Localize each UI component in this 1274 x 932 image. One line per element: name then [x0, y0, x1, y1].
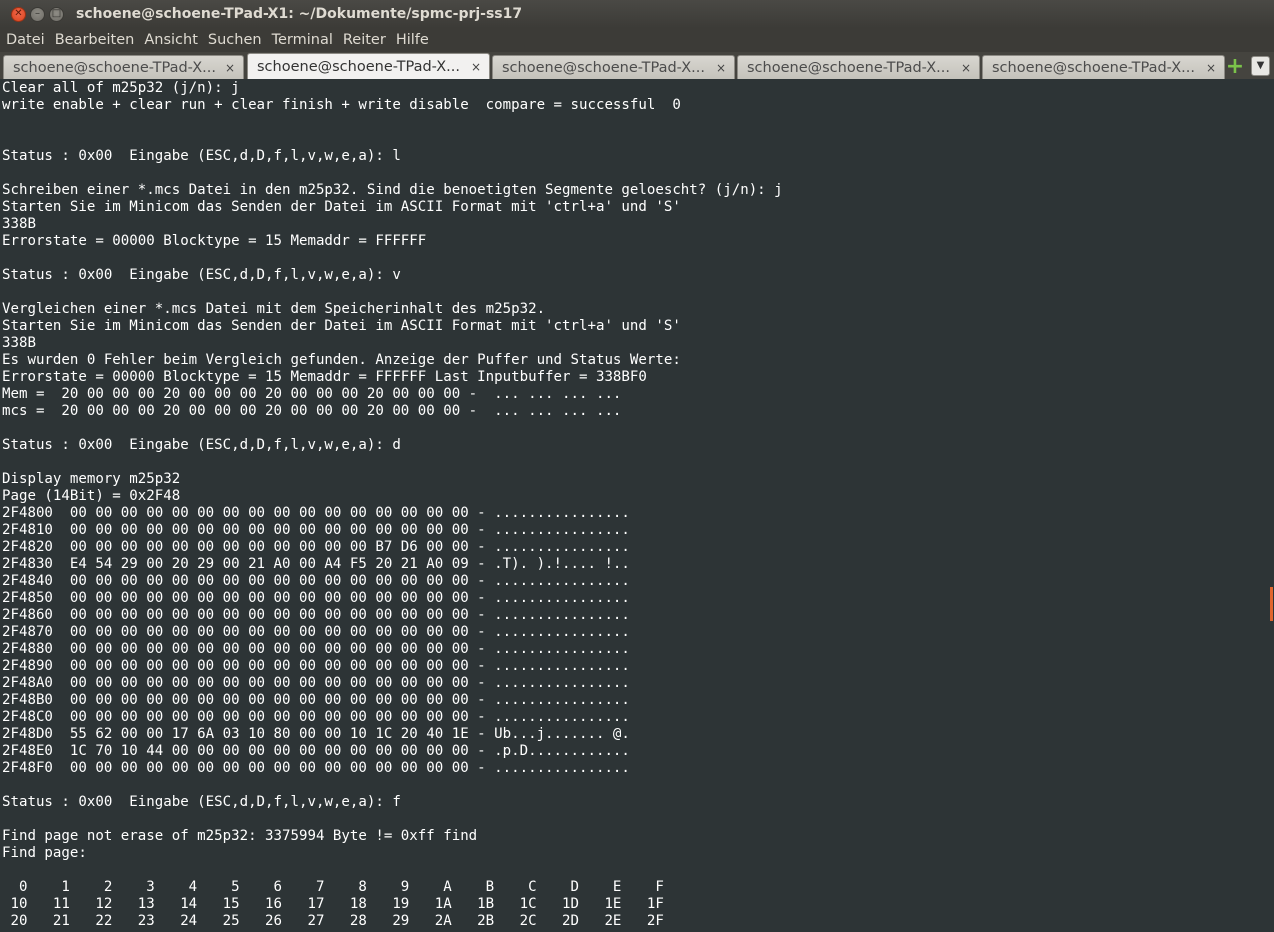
terminal-line: 2F48A0 00 00 00 00 00 00 00 00 00 00 00 …: [2, 675, 630, 691]
terminal-line: Display memory m25p32: [2, 471, 181, 487]
terminal-line: 2F48D0 55 62 00 00 17 6A 03 10 80 00 00 …: [2, 726, 630, 742]
window-title: schoene@schoene-TPad-X1: ~/Dokumente/spm…: [76, 6, 523, 22]
terminal-line: Status : 0x00 Eingabe (ESC,d,D,f,l,v,w,e…: [2, 437, 401, 453]
terminal-line: Clear all of m25p32 (j/n): j: [2, 80, 240, 96]
tab-close-icon[interactable]: ×: [716, 61, 726, 75]
tab-terminal-1[interactable]: schoene@schoene-TPad-X... ×: [3, 55, 244, 79]
terminal-line: Status : 0x00 Eingabe (ESC,d,D,f,l,v,w,e…: [2, 794, 401, 810]
terminal-line: 2F4880 00 00 00 00 00 00 00 00 00 00 00 …: [2, 641, 630, 657]
terminal-line: Status : 0x00 Eingabe (ESC,d,D,f,l,v,w,e…: [2, 148, 401, 164]
terminal-line: mcs = 20 00 00 00 20 00 00 00 20 00 00 0…: [2, 403, 622, 419]
maximize-window-icon[interactable]: □: [49, 6, 64, 22]
menu-suchen[interactable]: Suchen: [202, 32, 266, 48]
terminal-line: 2F48C0 00 00 00 00 00 00 00 00 00 00 00 …: [2, 709, 630, 725]
menu-bar: Datei Bearbeiten Ansicht Suchen Terminal…: [0, 28, 1274, 52]
terminal-line: 2F4870 00 00 00 00 00 00 00 00 00 00 00 …: [2, 624, 630, 640]
menu-ansicht[interactable]: Ansicht: [138, 32, 202, 48]
menu-reiter[interactable]: Reiter: [337, 32, 390, 48]
terminal-line: Mem = 20 00 00 00 20 00 00 00 20 00 00 0…: [2, 386, 622, 402]
terminal-line: Find page:: [2, 845, 87, 861]
terminal-line: 2F4810 00 00 00 00 00 00 00 00 00 00 00 …: [2, 522, 630, 538]
terminal-line: 2F4840 00 00 00 00 00 00 00 00 00 00 00 …: [2, 573, 630, 589]
terminal-line: Vergleichen einer *.mcs Datei mit dem Sp…: [2, 301, 546, 317]
tab-close-icon[interactable]: ×: [225, 61, 235, 75]
terminal-line: Errorstate = 00000 Blocktype = 15 Memadd…: [2, 233, 427, 249]
terminal-line: Page (14Bit) = 0x2F48: [2, 488, 181, 504]
scrollbar-thumb[interactable]: [1270, 587, 1273, 621]
minimize-window-icon[interactable]: –: [30, 6, 45, 22]
terminal-line: 338B: [2, 216, 36, 232]
menu-hilfe[interactable]: Hilfe: [390, 32, 433, 48]
menu-terminal[interactable]: Terminal: [266, 32, 337, 48]
tab-bar: schoene@schoene-TPad-X... × schoene@scho…: [0, 52, 1274, 79]
terminal-line: 2F4890 00 00 00 00 00 00 00 00 00 00 00 …: [2, 658, 630, 674]
terminal-line: Es wurden 0 Fehler beim Vergleich gefund…: [2, 352, 681, 368]
menu-datei[interactable]: Datei: [0, 32, 49, 48]
tab-terminal-2[interactable]: schoene@schoene-TPad-X... ×: [247, 53, 490, 79]
terminal-line: 10 11 12 13 14 15 16 17 18 19 1A 1B 1C 1…: [2, 896, 664, 912]
terminal-output[interactable]: Clear all of m25p32 (j/n): j write enable…: [0, 79, 1262, 932]
close-window-icon[interactable]: ✕: [11, 6, 26, 22]
new-tab-icon[interactable]: +: [1225, 56, 1245, 78]
terminal-line: 2F4830 E4 54 29 00 20 29 00 21 A0 00 A4 …: [2, 556, 630, 572]
tab-list-dropdown-icon[interactable]: ▼: [1251, 56, 1270, 76]
terminal-line: Status : 0x00 Eingabe (ESC,d,D,f,l,v,w,e…: [2, 267, 401, 283]
tab-terminal-4[interactable]: schoene@schoene-TPad-X... ×: [737, 55, 980, 79]
tab-close-icon[interactable]: ×: [471, 60, 481, 74]
terminal-line: Schreiben einer *.mcs Datei in den m25p3…: [2, 182, 783, 198]
terminal-line: Errorstate = 00000 Blocktype = 15 Memadd…: [2, 369, 647, 385]
terminal-line: 20 21 22 23 24 25 26 27 28 29 2A 2B 2C 2…: [2, 913, 664, 929]
tab-terminal-3[interactable]: schoene@schoene-TPad-X... ×: [492, 55, 735, 79]
terminal-line: 2F48E0 1C 70 10 44 00 00 00 00 00 00 00 …: [2, 743, 630, 759]
terminal-line: 2F4820 00 00 00 00 00 00 00 00 00 00 00 …: [2, 539, 630, 555]
terminal-line: 2F4850 00 00 00 00 00 00 00 00 00 00 00 …: [2, 590, 630, 606]
terminal-line: 0 1 2 3 4 5 6 7 8 9 A B C D E F: [2, 879, 664, 895]
terminal-line: 338B: [2, 335, 36, 351]
terminal-line: Starten Sie im Minicom das Senden der Da…: [2, 318, 681, 334]
terminal-scrollbar[interactable]: [1262, 79, 1274, 932]
tab-label: schoene@schoene-TPad-X...: [747, 59, 950, 76]
tab-label: schoene@schoene-TPad-X...: [992, 59, 1195, 76]
terminal-line: 2F4800 00 00 00 00 00 00 00 00 00 00 00 …: [2, 505, 630, 521]
terminal-line: Starten Sie im Minicom das Senden der Da…: [2, 199, 681, 215]
terminal-line: 2F48B0 00 00 00 00 00 00 00 00 00 00 00 …: [2, 692, 630, 708]
terminal-line: 2F48F0 00 00 00 00 00 00 00 00 00 00 00 …: [2, 760, 630, 776]
terminal-line: write enable + clear run + clear finish …: [2, 97, 681, 113]
tab-label: schoene@schoene-TPad-X...: [257, 58, 460, 75]
terminal-line: 2F4860 00 00 00 00 00 00 00 00 00 00 00 …: [2, 607, 630, 623]
tab-close-icon[interactable]: ×: [961, 61, 971, 75]
terminal-line: Find page not erase of m25p32: 3375994 B…: [2, 828, 478, 844]
tab-label: schoene@schoene-TPad-X...: [13, 59, 216, 76]
tab-close-icon[interactable]: ×: [1206, 61, 1216, 75]
tab-terminal-5[interactable]: schoene@schoene-TPad-X... ×: [982, 55, 1225, 79]
menu-bearbeiten[interactable]: Bearbeiten: [49, 32, 139, 48]
tab-label: schoene@schoene-TPad-X...: [502, 59, 705, 76]
title-bar: ✕ – □ schoene@schoene-TPad-X1: ~/Dokumen…: [0, 0, 1274, 28]
